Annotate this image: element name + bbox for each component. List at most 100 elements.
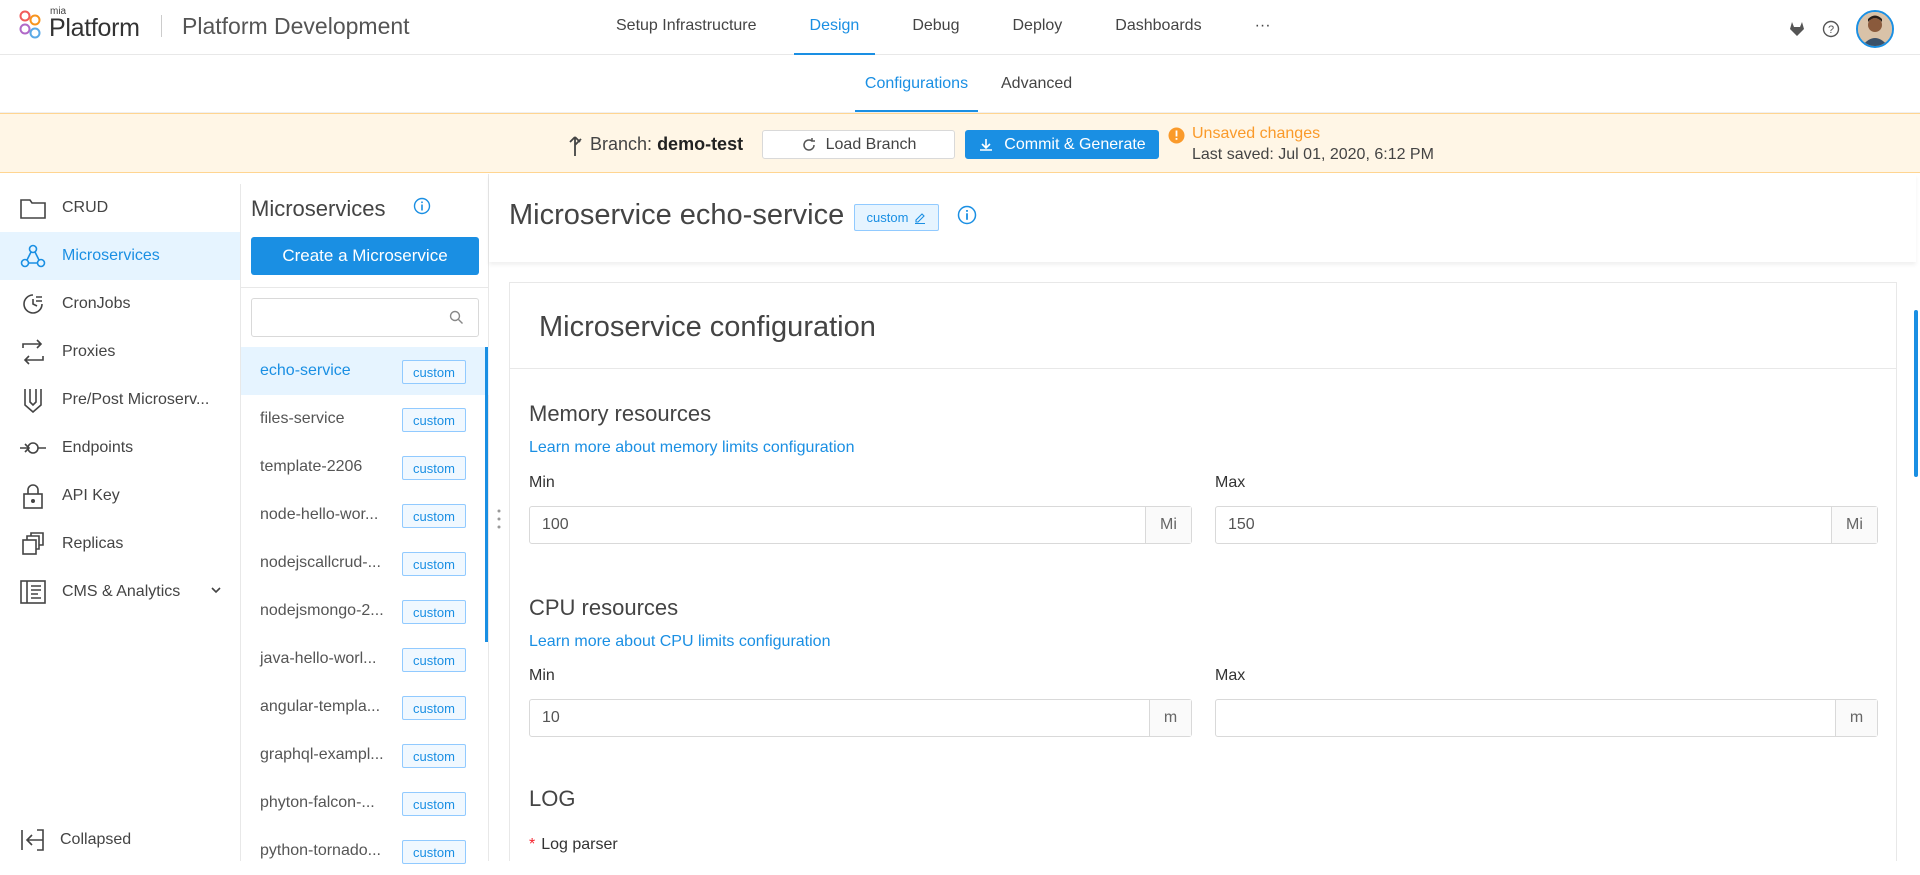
custom-tag: custom — [402, 504, 466, 528]
cpu-resources-title: CPU resources — [529, 595, 679, 620]
divider — [161, 15, 162, 37]
memory-max-label: Max — [1215, 474, 1246, 491]
custom-tag[interactable]: custom — [854, 204, 939, 231]
page-scrollbar[interactable] — [1914, 310, 1918, 477]
help-icon[interactable]: ? — [1822, 20, 1840, 38]
cpu-max-label: Max — [1215, 667, 1246, 684]
page-title: Microservice echo-service — [509, 199, 845, 231]
info-icon[interactable] — [957, 205, 977, 225]
sidebar-item-cronjobs[interactable]: CronJobs — [0, 280, 240, 328]
sidebar-item-label: API Key — [62, 487, 120, 504]
memory-limits-link[interactable]: Learn more about memory limits configura… — [529, 439, 854, 457]
sidebar-item-label: Pre/Post Microserv... — [62, 391, 210, 408]
nav-design[interactable]: Design — [793, 0, 876, 55]
cpu-min-label: Min — [529, 667, 555, 684]
list-item[interactable]: python-tornado... custom — [241, 827, 489, 875]
custom-tag: custom — [402, 600, 466, 624]
branch-name: demo-test — [657, 134, 744, 154]
microservices-title: Microservices — [251, 196, 386, 221]
sidebar-item-pre-post[interactable]: Pre/Post Microserv... — [0, 376, 240, 424]
chevron-down-icon[interactable] — [210, 586, 222, 594]
microservices-list-panel: Microservices Create a Microservice echo… — [241, 174, 489, 864]
custom-tag: custom — [402, 552, 466, 576]
sidebar-item-label: CMS & Analytics — [62, 583, 181, 600]
list-item[interactable]: java-hello-worl... custom — [241, 635, 489, 683]
tab-configurations[interactable]: Configurations — [855, 56, 978, 112]
sidebar-item-api-key[interactable]: API Key — [0, 472, 240, 520]
collapse-sidebar-button[interactable]: Collapsed — [19, 829, 131, 851]
top-bar: mia Platform Platform Development Setup … — [0, 0, 1920, 55]
sidebar-item-endpoints[interactable]: Endpoints — [0, 424, 240, 472]
custom-tag: custom — [402, 648, 466, 672]
collapse-icon — [19, 829, 45, 851]
load-branch-button[interactable]: Load Branch — [762, 130, 955, 159]
sidebar-item-label: CronJobs — [62, 295, 131, 312]
branch-icon — [566, 131, 584, 157]
log-section-title: LOG — [529, 786, 576, 811]
sidebar-item-proxies[interactable]: Proxies — [0, 328, 240, 376]
cpu-limits-link[interactable]: Learn more about CPU limits configuratio… — [529, 633, 830, 651]
list-item[interactable]: angular-templa... custom — [241, 683, 489, 731]
nav-debug[interactable]: Debug — [896, 0, 975, 55]
search-input[interactable] — [252, 299, 432, 335]
main-nav: Setup Infrastructure Design Debug Deploy… — [600, 0, 1308, 55]
unit-addon: m — [1835, 700, 1877, 736]
cpu-min-input[interactable] — [530, 700, 1149, 736]
nav-more[interactable]: ··· — [1239, 0, 1287, 55]
microservice-name: phyton-falcon-... — [260, 794, 375, 811]
list-scrollbar[interactable] — [485, 347, 488, 642]
branch-label-text: Branch: — [590, 134, 653, 154]
microservices-icon — [19, 242, 47, 270]
list-item[interactable]: phyton-falcon-... custom — [241, 779, 489, 827]
microservice-list: echo-service custom files-service custom t… — [241, 347, 489, 875]
mia-platform-logo[interactable]: mia Platform — [18, 6, 148, 46]
microservice-search — [251, 298, 479, 337]
list-item[interactable]: node-hello-wor... custom — [241, 491, 489, 539]
memory-min-input[interactable] — [530, 507, 1145, 543]
search-icon[interactable] — [449, 310, 464, 325]
sidebar-item-cms-analytics[interactable]: CMS & Analytics — [0, 568, 240, 616]
tab-advanced[interactable]: Advanced — [1001, 56, 1072, 112]
list-item[interactable]: nodejscallcrud-... custom — [241, 539, 489, 587]
commit-generate-label: Commit & Generate — [1004, 135, 1146, 153]
gitlab-icon[interactable] — [1788, 20, 1806, 38]
unit-addon: Mi — [1145, 507, 1191, 543]
resize-handle-icon[interactable] — [496, 508, 502, 530]
endpoints-icon — [19, 434, 47, 462]
sidebar-item-replicas[interactable]: Replicas — [0, 520, 240, 568]
list-item[interactable]: nodejsmongo-2... custom — [241, 587, 489, 635]
user-avatar[interactable] — [1856, 10, 1894, 48]
svg-text:?: ? — [1828, 24, 1834, 36]
sidebar-item-microservices[interactable]: Microservices — [0, 232, 240, 280]
info-icon[interactable] — [413, 197, 431, 215]
memory-resources-title: Memory resources — [529, 401, 712, 426]
list-item[interactable]: template-2206 custom — [241, 443, 489, 491]
create-microservice-button[interactable]: Create a Microservice — [251, 237, 479, 275]
microservice-configuration-card: Microservice configuration Memory resour… — [509, 282, 1897, 861]
top-icons: ? — [1772, 10, 1894, 48]
cpu-max-input[interactable] — [1216, 700, 1835, 736]
list-item[interactable]: graphql-exampl... custom — [241, 731, 489, 779]
microservice-name: nodejsmongo-2... — [260, 602, 384, 619]
collapse-label: Collapsed — [60, 831, 132, 848]
custom-tag: custom — [402, 408, 466, 432]
microservice-header: Microservice echo-service custom — [489, 174, 1916, 262]
custom-tag: custom — [402, 840, 466, 864]
cpu-min-field: m — [529, 699, 1192, 737]
reload-icon — [802, 137, 815, 151]
microservice-name: python-tornado... — [260, 842, 381, 859]
log-parser-label: * Log parser — [529, 836, 618, 854]
commit-generate-button[interactable]: Commit & Generate — [965, 130, 1159, 159]
memory-max-input[interactable] — [1216, 507, 1831, 543]
list-item[interactable]: echo-service custom — [241, 347, 489, 395]
proxies-icon — [19, 338, 47, 366]
list-item[interactable]: files-service custom — [241, 395, 489, 443]
nav-dashboards[interactable]: Dashboards — [1099, 0, 1217, 55]
microservice-name: node-hello-wor... — [260, 506, 379, 523]
sidebar-item-label: CRUD — [62, 199, 109, 216]
nav-deploy[interactable]: Deploy — [996, 0, 1078, 55]
nav-setup-infrastructure[interactable]: Setup Infrastructure — [600, 0, 773, 55]
logo-name: Platform — [49, 14, 140, 42]
sidebar-item-crud[interactable]: CRUD — [0, 184, 240, 232]
project-title: Platform Development — [182, 13, 410, 39]
